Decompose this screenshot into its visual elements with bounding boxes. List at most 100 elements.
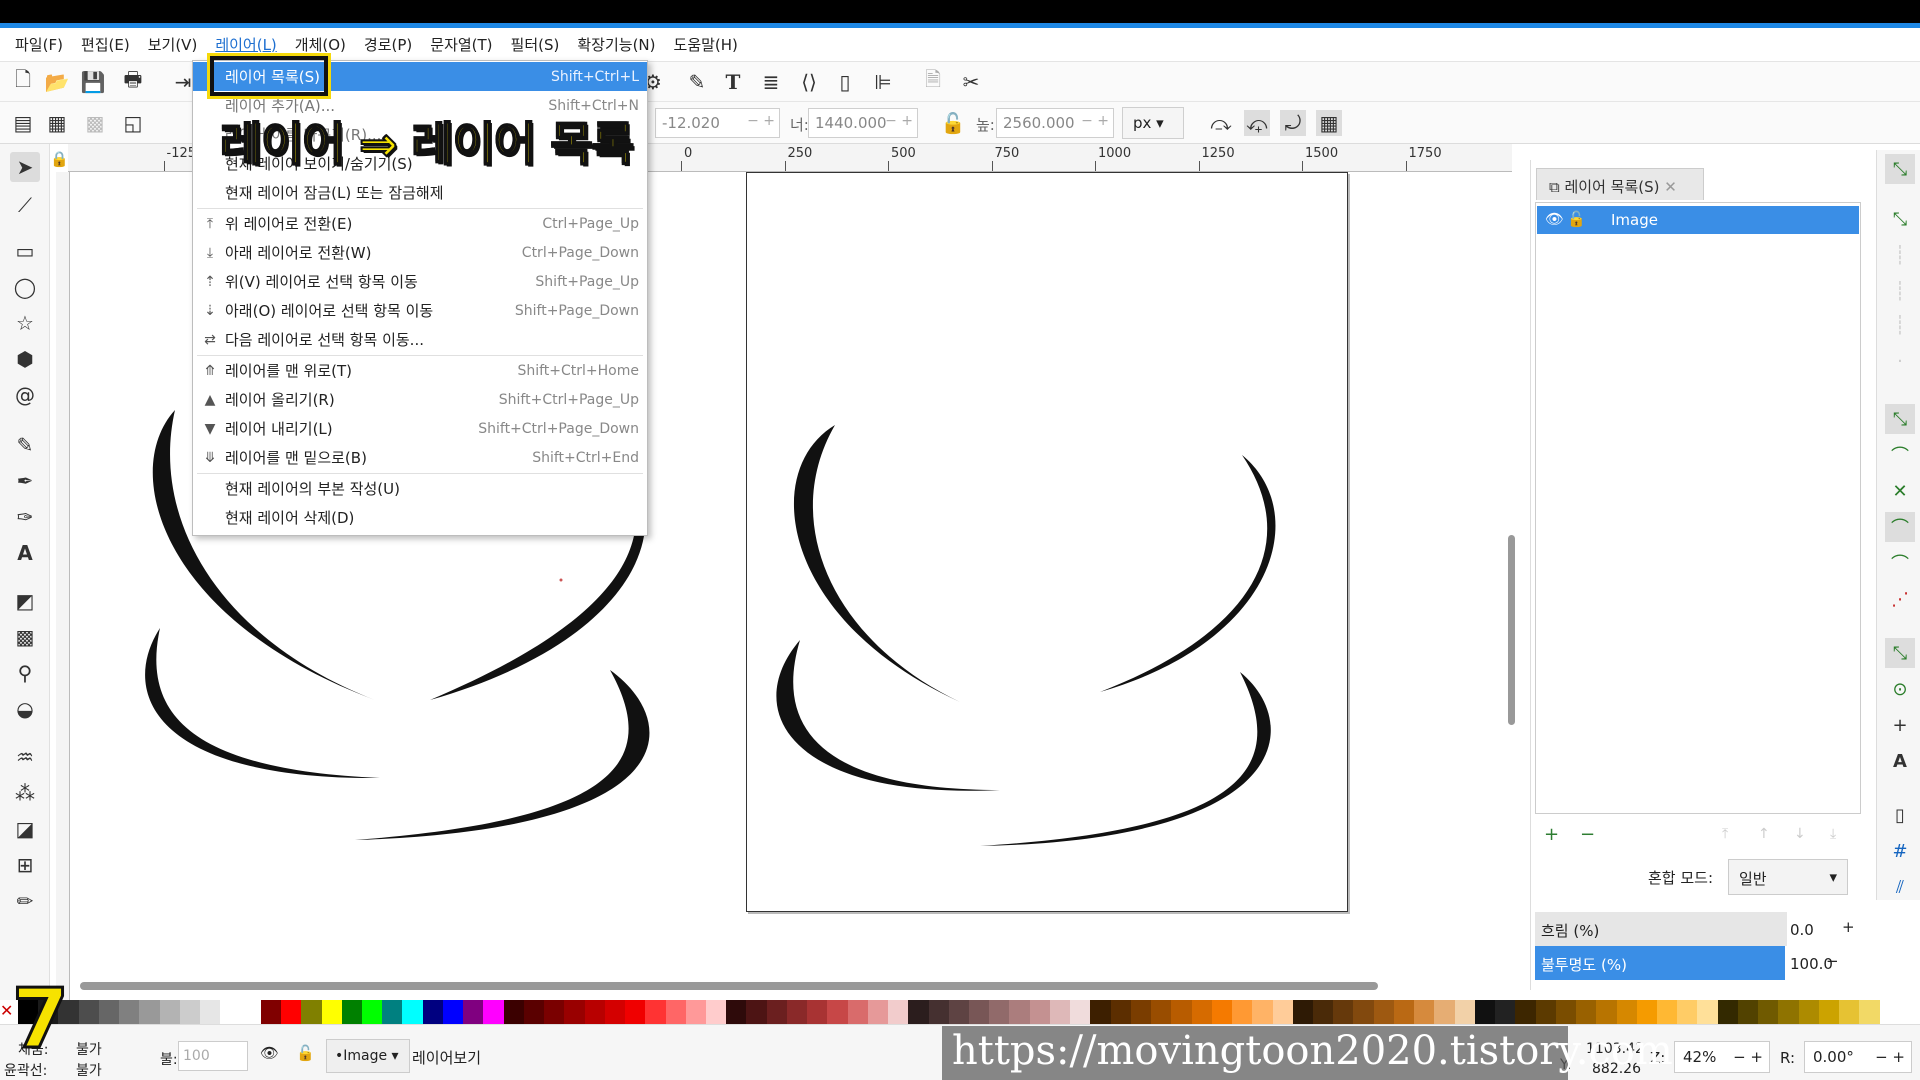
layer-up-icon[interactable]: ↑ bbox=[1758, 826, 1770, 842]
menu-item[interactable]: ⇄ 다음 레이어로 선택 항목 이동... bbox=[193, 325, 647, 354]
opacity-minus-icon[interactable]: − bbox=[1826, 952, 1839, 970]
layers-panel-tab[interactable]: ⧉ 레이어 목록(S) ✕ bbox=[1536, 168, 1704, 200]
color-swatch[interactable] bbox=[625, 1000, 646, 1024]
horizontal-scrollbar[interactable] bbox=[80, 982, 1378, 990]
color-swatch[interactable] bbox=[1798, 1000, 1819, 1024]
color-swatch[interactable] bbox=[200, 1000, 221, 1024]
color-swatch[interactable] bbox=[1434, 1000, 1455, 1024]
color-swatch[interactable] bbox=[1414, 1000, 1435, 1024]
color-swatch[interactable] bbox=[321, 1000, 342, 1024]
color-swatch[interactable] bbox=[1070, 1000, 1091, 1024]
current-layer-select[interactable]: •Image ▾ bbox=[326, 1039, 410, 1073]
menu-item[interactable]: ⇡ 위(V) 레이어로 선택 항목 이동 Shift+Page_Up bbox=[193, 267, 647, 296]
color-swatch[interactable] bbox=[1697, 1000, 1718, 1024]
blend-mode-select[interactable]: 일반 ▾ bbox=[1728, 859, 1848, 895]
color-swatch[interactable] bbox=[726, 1000, 747, 1024]
color-swatch[interactable] bbox=[584, 1000, 605, 1024]
snap-smooth-icon[interactable]: ⌒ bbox=[1885, 548, 1915, 578]
color-swatch[interactable] bbox=[1839, 1000, 1860, 1024]
zoom-field[interactable]: 42% − + bbox=[1674, 1041, 1770, 1073]
color-palette[interactable]: ✕ bbox=[0, 1000, 1920, 1024]
color-swatch[interactable] bbox=[1555, 1000, 1577, 1024]
color-swatch[interactable] bbox=[159, 1000, 180, 1024]
snap-intersection-icon[interactable]: ✕ bbox=[1885, 476, 1915, 506]
color-swatch[interactable] bbox=[1272, 1000, 1293, 1024]
color-swatch[interactable] bbox=[645, 1000, 666, 1024]
color-swatch[interactable] bbox=[1333, 1000, 1354, 1024]
color-swatch[interactable] bbox=[483, 1000, 504, 1024]
opacity-status-field[interactable]: 100 bbox=[178, 1041, 248, 1071]
snap-text-baseline-icon[interactable]: A bbox=[1885, 746, 1915, 776]
color-swatch[interactable] bbox=[1474, 1000, 1496, 1024]
menu-item[interactable]: ⤊ 레이어를 맨 위로(T) Shift+Ctrl+Home bbox=[193, 356, 647, 385]
toggle-visibility-icon[interactable]: 👁 bbox=[260, 1044, 279, 1062]
color-swatch[interactable] bbox=[1191, 1000, 1212, 1024]
snap-page-border-icon[interactable]: ▯ bbox=[1885, 800, 1915, 830]
snap-midpoint-icon[interactable]: ⋰ bbox=[1885, 584, 1915, 614]
color-swatch[interactable] bbox=[665, 1000, 686, 1024]
color-swatch[interactable] bbox=[119, 1000, 140, 1024]
color-swatch[interactable] bbox=[1758, 1000, 1779, 1024]
color-swatch[interactable] bbox=[908, 1000, 929, 1024]
color-swatch[interactable] bbox=[969, 1000, 990, 1024]
color-swatch[interactable] bbox=[1393, 1000, 1415, 1024]
menu-item[interactable]: ⇣ 아래(O) 레이어로 선택 항목 이동 Shift+Page_Down bbox=[193, 296, 647, 325]
color-swatch[interactable] bbox=[1090, 1000, 1111, 1024]
color-swatch[interactable] bbox=[1292, 1000, 1313, 1024]
color-swatch[interactable] bbox=[786, 1000, 808, 1024]
toggle-lock-icon[interactable]: 🔓 bbox=[296, 1044, 315, 1062]
color-swatch[interactable] bbox=[1515, 1000, 1536, 1024]
color-swatch[interactable] bbox=[1576, 1000, 1597, 1024]
color-swatch[interactable] bbox=[1495, 1000, 1516, 1024]
color-swatch[interactable] bbox=[341, 1000, 362, 1024]
remove-layer-icon[interactable]: − bbox=[1580, 824, 1595, 845]
color-swatch[interactable] bbox=[948, 1000, 970, 1024]
opacity-slider[interactable]: 불투명도 (%) bbox=[1535, 946, 1785, 980]
color-swatch[interactable] bbox=[240, 1000, 261, 1024]
color-swatch[interactable] bbox=[827, 1000, 848, 1024]
color-swatch[interactable] bbox=[989, 1000, 1010, 1024]
snap-others-icon[interactable]: ⤡ bbox=[1885, 638, 1915, 668]
snap-rotation-center-icon[interactable]: + bbox=[1885, 710, 1915, 740]
menu-item[interactable]: ▲ 레이어 올리기(R) Shift+Ctrl+Page_Up bbox=[193, 385, 647, 414]
layer-bottom-icon[interactable]: ⤓ bbox=[1830, 826, 1836, 842]
color-swatch[interactable] bbox=[220, 1000, 241, 1024]
color-swatch[interactable] bbox=[1171, 1000, 1192, 1024]
color-swatch[interactable] bbox=[1313, 1000, 1334, 1024]
color-swatch[interactable] bbox=[463, 1000, 484, 1024]
layer-down-icon[interactable]: ↓ bbox=[1794, 826, 1806, 842]
color-swatch[interactable] bbox=[1130, 1000, 1152, 1024]
menu-item[interactable]: ▼ 레이어 내리기(L) Shift+Ctrl+Page_Down bbox=[193, 414, 647, 443]
color-swatch[interactable] bbox=[179, 1000, 201, 1024]
layer-lock-icon[interactable]: 🔓 bbox=[1567, 210, 1586, 228]
color-swatch[interactable] bbox=[1151, 1000, 1172, 1024]
color-swatch[interactable] bbox=[1636, 1000, 1657, 1024]
menu-item[interactable]: ⤋ 레이어를 맨 밑으로(B) Shift+Ctrl+End bbox=[193, 443, 647, 472]
color-swatch[interactable] bbox=[78, 1000, 99, 1024]
snap-bbox-edge-icon[interactable]: ┊ bbox=[1885, 240, 1915, 270]
color-swatch[interactable] bbox=[1535, 1000, 1556, 1024]
color-swatch[interactable] bbox=[1737, 1000, 1759, 1024]
blur-value[interactable]: 0.0 bbox=[1790, 921, 1814, 939]
color-swatch[interactable] bbox=[1859, 1000, 1880, 1024]
color-swatch[interactable] bbox=[1717, 1000, 1738, 1024]
color-swatch[interactable] bbox=[402, 1000, 423, 1024]
color-swatch[interactable] bbox=[1029, 1000, 1050, 1024]
snap-nodes-icon[interactable]: ⤡ bbox=[1885, 404, 1915, 434]
color-swatch[interactable] bbox=[888, 1000, 909, 1024]
color-swatch[interactable] bbox=[1677, 1000, 1698, 1024]
color-swatch[interactable] bbox=[281, 1000, 302, 1024]
color-swatch[interactable] bbox=[260, 1000, 282, 1024]
color-swatch[interactable] bbox=[1353, 1000, 1374, 1024]
blur-slider[interactable]: 흐림 (%) bbox=[1535, 912, 1787, 946]
color-swatch[interactable] bbox=[98, 1000, 120, 1024]
snap-bbox-mid-icon[interactable]: ┊ bbox=[1885, 310, 1915, 340]
color-swatch[interactable] bbox=[1778, 1000, 1799, 1024]
menu-item[interactable]: ⤓ 아래 레이어로 전환(W) Ctrl+Page_Down bbox=[193, 238, 647, 267]
menu-item[interactable]: 현재 레이어 잠금(L) 또는 잠금해제 bbox=[193, 178, 647, 207]
menu-item[interactable]: ⤒ 위 레이어로 전환(E) Ctrl+Page_Up bbox=[193, 209, 647, 238]
color-swatch[interactable] bbox=[1211, 1000, 1233, 1024]
color-swatch[interactable] bbox=[928, 1000, 949, 1024]
color-swatch[interactable] bbox=[564, 1000, 585, 1024]
color-swatch[interactable] bbox=[1454, 1000, 1475, 1024]
